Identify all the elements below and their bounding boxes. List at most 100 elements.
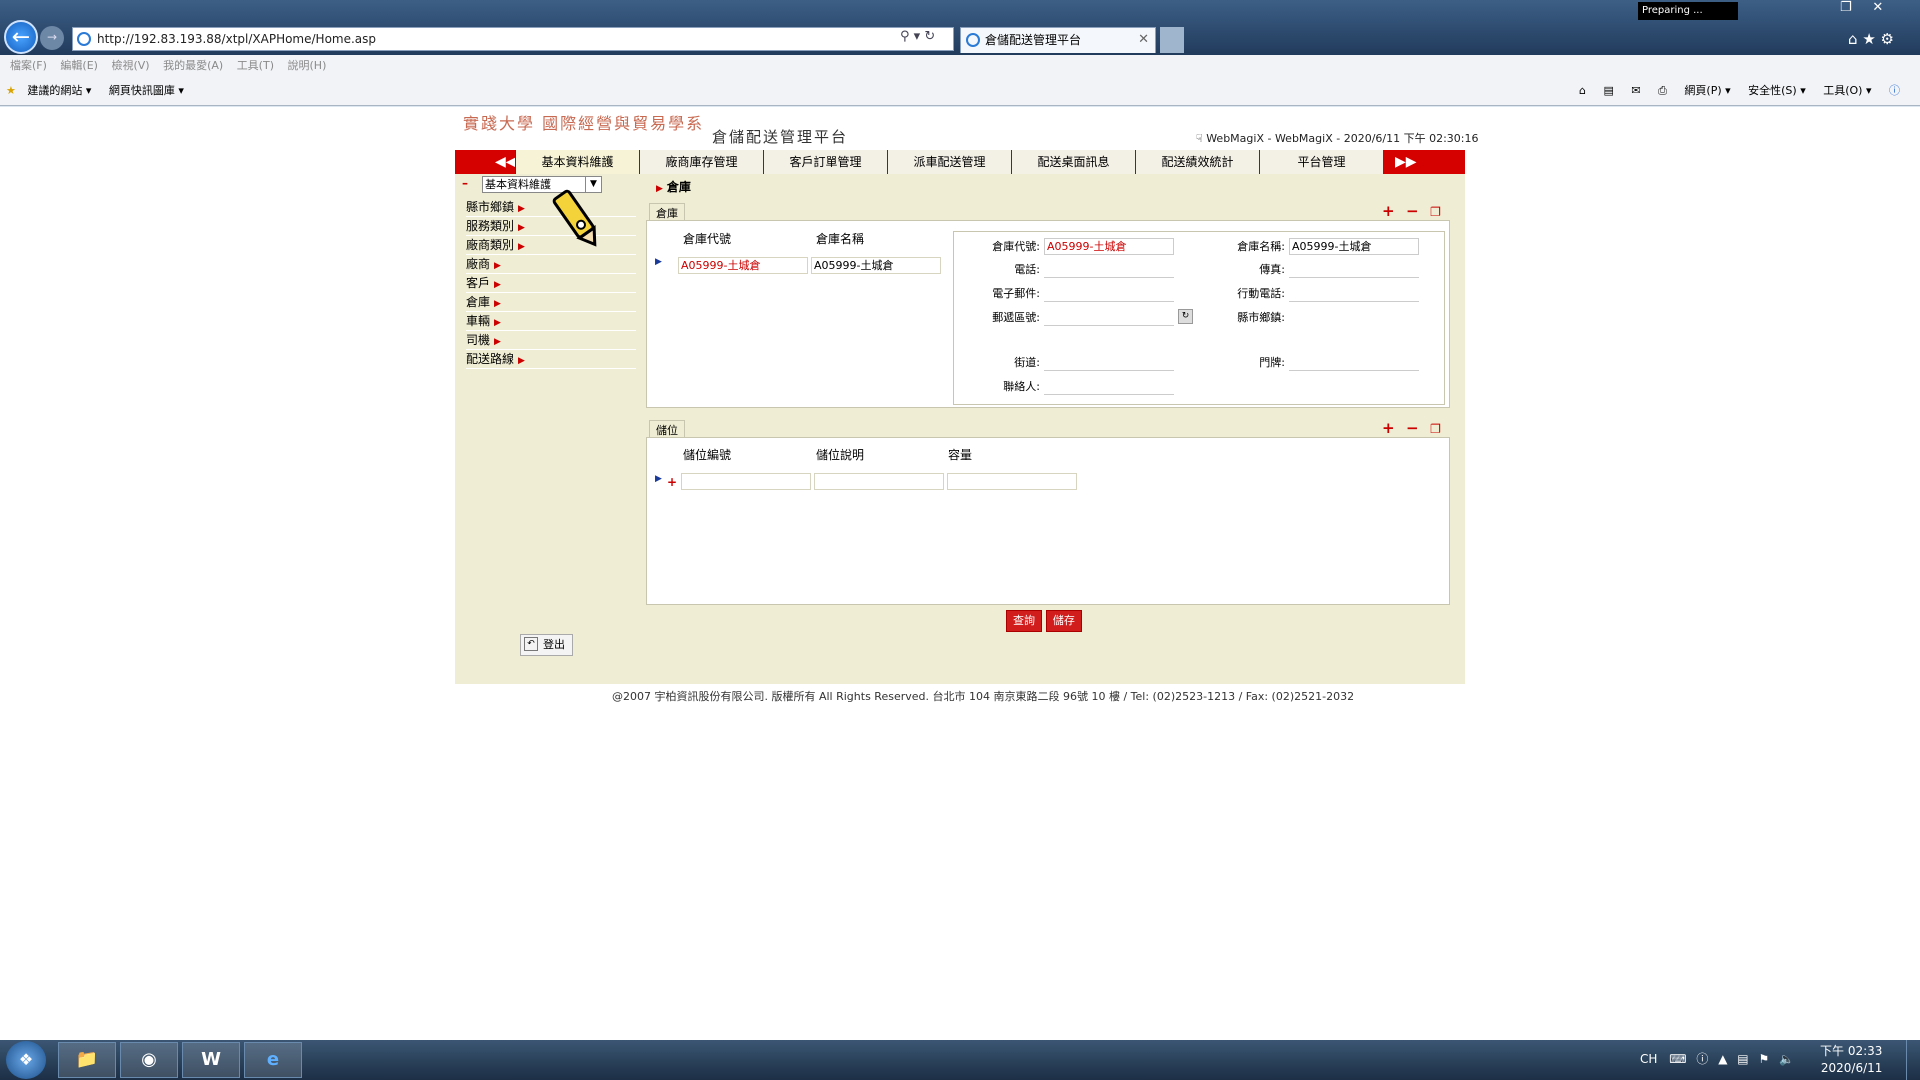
cmd-safety[interactable]: 安全性(S) ▾: [1748, 84, 1806, 97]
sidebar-item-warehouse[interactable]: 倉庫 ▶: [466, 293, 636, 312]
sidebar-item-driver[interactable]: 司機 ▶: [466, 331, 636, 350]
home-icon[interactable]: ⌂: [1848, 30, 1858, 48]
chevron-up-icon[interactable]: ▲: [1718, 1052, 1727, 1066]
sidebar-item-label: 服務類別: [466, 219, 515, 233]
clock-time: 下午 02:33: [1820, 1044, 1883, 1058]
toolbar-right-icons[interactable]: ⌂ ★ ⚙: [1848, 30, 1894, 48]
fav-web-slice-gallery[interactable]: 網頁快訊圖庫 ▾: [109, 77, 184, 105]
slot-code-input[interactable]: [681, 473, 811, 490]
clock[interactable]: 下午 02:33 2020/6/11: [1820, 1043, 1882, 1077]
tab-basic-data[interactable]: 基本資料維護: [515, 150, 639, 174]
close-tab-icon[interactable]: ✕: [1138, 28, 1149, 52]
fav-suggested-sites[interactable]: 建議的網站 ▾: [27, 77, 91, 105]
star-icon[interactable]: ★: [1862, 30, 1875, 48]
gear-icon[interactable]: ⚙: [1881, 30, 1894, 48]
start-button[interactable]: ❖: [6, 1041, 46, 1079]
tab-customer-orders[interactable]: 客戶訂單管理: [763, 150, 887, 174]
favorites-star-icon[interactable]: ★: [6, 77, 16, 105]
tab-vendor-inventory[interactable]: 廠商庫存管理: [639, 150, 763, 174]
sidebar-item-label: 縣市鄉鎮: [466, 200, 515, 214]
help-tray-icon[interactable]: ⓘ: [1696, 1052, 1708, 1066]
fax-field[interactable]: [1289, 261, 1419, 278]
explorer-icon[interactable]: 📁: [58, 1042, 116, 1078]
close-window-icon[interactable]: ✕: [1872, 0, 1883, 15]
address-bar-actions[interactable]: ⚲ ▾ ↻: [900, 29, 950, 44]
add-icon[interactable]: +: [1382, 202, 1395, 220]
remove-icon[interactable]: −: [1406, 202, 1419, 220]
module-select-value: 基本資料維護: [485, 178, 551, 191]
sidebar-item-label: 廠商類別: [466, 238, 515, 252]
window-toggle-icon[interactable]: ❐: [1430, 205, 1441, 219]
new-tab-button[interactable]: [1160, 27, 1184, 53]
home-cmd-icon[interactable]: ⌂: [1579, 84, 1586, 97]
email-field[interactable]: [1044, 285, 1174, 302]
sidebar-item-vehicle[interactable]: 車輛 ▶: [466, 312, 636, 331]
window-controls[interactable]: ❐ ✕: [1840, 0, 1883, 15]
capacity-input[interactable]: [947, 473, 1077, 490]
page-title: 倉儲配送管理平台: [712, 128, 849, 146]
browser-tab[interactable]: 倉儲配送管理平台 ✕: [960, 27, 1156, 53]
tab-performance-stats[interactable]: 配送績效統計: [1135, 150, 1259, 174]
feeds-icon[interactable]: ▤: [1603, 84, 1613, 97]
volume-icon[interactable]: 🔈: [1779, 1052, 1794, 1066]
forward-button[interactable]: →: [40, 26, 64, 50]
tab-desktop-messages[interactable]: 配送桌面訊息: [1011, 150, 1135, 174]
table-row-code[interactable]: A05999-土城倉: [678, 257, 808, 274]
sidebar-item-label: 司機: [466, 333, 491, 347]
cmd-tools[interactable]: 工具(O) ▾: [1823, 84, 1871, 97]
language-indicator[interactable]: CH: [1640, 1052, 1657, 1066]
menu-edit[interactable]: 編輯(E): [60, 55, 98, 77]
add-icon[interactable]: +: [1382, 419, 1395, 437]
keyboard-icon[interactable]: ⌨: [1669, 1052, 1686, 1066]
storage-panel: [646, 437, 1450, 605]
flag-icon[interactable]: ⚑: [1758, 1052, 1769, 1066]
restore-icon[interactable]: ❐: [1840, 0, 1852, 15]
word-icon[interactable]: W: [182, 1042, 240, 1078]
table-row-name[interactable]: A05999-土城倉: [811, 257, 941, 274]
network-icon[interactable]: ▤: [1737, 1052, 1748, 1066]
show-desktop-button[interactable]: [1906, 1040, 1920, 1080]
menu-file[interactable]: 檔案(F): [10, 55, 47, 77]
nav-next-icon[interactable]: ▶▶: [1395, 150, 1417, 174]
refresh-icon[interactable]: ↻: [924, 29, 935, 44]
menu-help[interactable]: 說明(H): [288, 55, 327, 77]
print-icon[interactable]: ⎙: [1658, 84, 1667, 97]
menu-view[interactable]: 檢視(V): [111, 55, 149, 77]
menu-tools[interactable]: 工具(T): [237, 55, 274, 77]
name-field[interactable]: A05999-土城倉: [1289, 238, 1419, 255]
nav-prev-icon[interactable]: ◀◀: [495, 150, 517, 174]
window-toggle-icon[interactable]: ❐: [1430, 422, 1441, 436]
ie-icon[interactable]: e: [244, 1042, 302, 1078]
query-button[interactable]: 查詢: [1006, 610, 1042, 632]
street-field[interactable]: [1044, 354, 1174, 371]
sidebar-item-customer[interactable]: 客戶 ▶: [466, 274, 636, 293]
collapse-icon[interactable]: –: [462, 176, 468, 190]
arrow-right-icon: ▶: [494, 261, 501, 271]
code-field[interactable]: A05999-土城倉: [1044, 238, 1174, 255]
mobile-field[interactable]: [1289, 285, 1419, 302]
contact-field[interactable]: [1044, 378, 1174, 395]
address-bar[interactable]: http://192.83.193.88/xtpl/XAPHome/Home.a…: [72, 27, 954, 51]
sidebar-item-route[interactable]: 配送路線 ▶: [466, 350, 636, 369]
chevron-down-icon[interactable]: ▾: [914, 29, 921, 44]
tab-platform-admin[interactable]: 平台管理: [1259, 150, 1383, 174]
cmd-page[interactable]: 網頁(P) ▾: [1684, 84, 1730, 97]
zip-field[interactable]: [1044, 309, 1174, 326]
search-icon[interactable]: ⚲: [900, 29, 910, 44]
slot-desc-input[interactable]: [814, 473, 944, 490]
mail-icon[interactable]: ✉: [1631, 84, 1640, 97]
tab-dispatch[interactable]: 派車配送管理: [887, 150, 1011, 174]
zip-lookup-icon[interactable]: ↻: [1178, 309, 1193, 324]
save-button[interactable]: 儲存: [1045, 610, 1082, 632]
menu-favorites[interactable]: 我的最愛(A): [163, 55, 223, 77]
remove-icon[interactable]: −: [1406, 419, 1419, 437]
help-icon[interactable]: ⓘ: [1889, 84, 1900, 97]
chrome-icon[interactable]: ◉: [120, 1042, 178, 1078]
arrow-right-icon: ▶: [494, 280, 501, 290]
tab-title: 倉儲配送管理平台: [985, 33, 1082, 47]
phone-field[interactable]: [1044, 261, 1174, 278]
number-field[interactable]: [1289, 354, 1419, 371]
back-button[interactable]: ←: [4, 20, 38, 54]
logout-button[interactable]: ↶ 登出: [520, 634, 573, 656]
sidebar-item-vendor[interactable]: 廠商 ▶: [466, 255, 636, 274]
